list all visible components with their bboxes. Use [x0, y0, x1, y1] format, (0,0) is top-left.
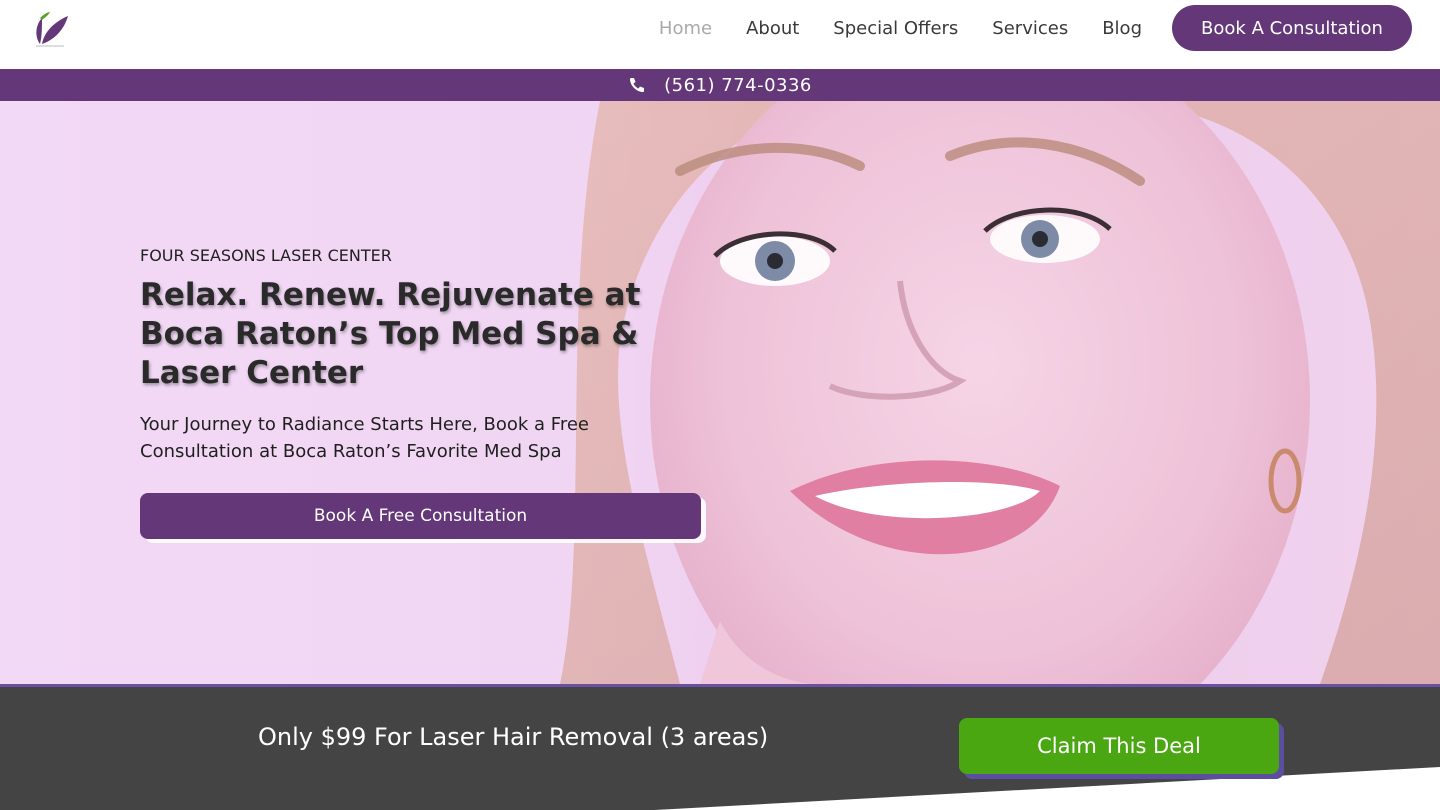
hero-title: Relax. Renew. Rejuvenate at Boca Raton’s… — [140, 277, 641, 391]
nav-special-offers[interactable]: Special Offers — [833, 18, 958, 39]
phone-number-link[interactable]: (561) 774-0336 — [664, 75, 812, 96]
hero-subtitle: Your Journey to Radiance Starts Here, Bo… — [140, 414, 589, 462]
leaf-logo-icon[interactable] — [30, 10, 70, 50]
book-consultation-button[interactable]: Book A Consultation — [1172, 5, 1412, 51]
nav-services[interactable]: Services — [992, 18, 1068, 39]
deal-text: Only $99 For Laser Hair Removal (3 areas… — [258, 723, 769, 751]
phone-bar: (561) 774-0336 — [0, 69, 1440, 101]
book-free-consultation-button[interactable]: Book A Free Consultation — [140, 493, 701, 539]
nav-blog[interactable]: Blog — [1102, 18, 1142, 39]
nav-home[interactable]: Home — [659, 18, 712, 39]
hero-section: FOUR SEASONS LASER CENTER Relax. Renew. … — [0, 101, 1440, 684]
claim-deal-button[interactable]: Claim This Deal — [959, 718, 1279, 774]
nav-about[interactable]: About — [746, 18, 799, 39]
site-header: Home About Special Offers Services Blog … — [0, 0, 1440, 69]
hero-eyebrow: FOUR SEASONS LASER CENTER — [140, 246, 392, 265]
phone-icon — [628, 76, 646, 94]
deal-banner: Only $99 For Laser Hair Removal (3 areas… — [0, 684, 1440, 810]
main-nav: Home About Special Offers Services Blog — [625, 0, 1142, 56]
